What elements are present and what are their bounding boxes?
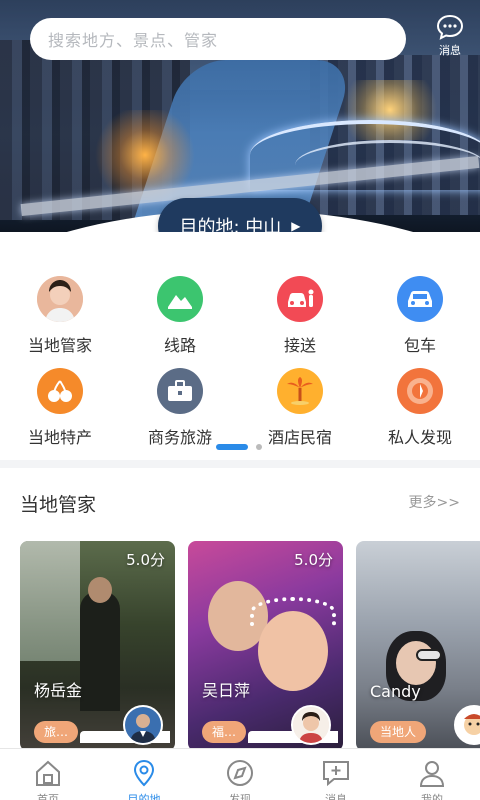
menu-label: 包车: [403, 336, 436, 355]
tab-bar: 首页 目的地 发现 消息 我的: [0, 748, 480, 800]
pager-dot[interactable]: [256, 444, 262, 450]
menu-item-discover[interactable]: 私人发现: [360, 368, 480, 448]
menu-item-business[interactable]: 商务旅游: [120, 368, 240, 448]
tab-message[interactable]: 消息: [288, 749, 384, 800]
tiara: [250, 597, 336, 627]
search-placeholder: 搜索地方、景点、管家: [48, 31, 219, 50]
message-label: 消息: [439, 44, 461, 57]
compass-icon: [227, 760, 253, 786]
app-screen: 搜索地方、景点、管家 消息 目的地: 中山 ▶ 当地管家 线路 接送 包车 当地…: [0, 0, 480, 800]
butler-tag: 福…: [202, 721, 247, 743]
section-title: 当地管家: [20, 494, 97, 516]
menu-label: 当地管家: [27, 336, 92, 355]
rating: 5.0分: [126, 551, 165, 569]
butler-card[interactable]: Candy 当地人: [356, 541, 480, 751]
tab-profile[interactable]: 我的: [384, 749, 480, 800]
menu-item-route[interactable]: 线路: [120, 276, 240, 356]
car-person-icon: [277, 276, 323, 322]
tab-home[interactable]: 首页: [0, 749, 96, 800]
avatar: [123, 705, 163, 745]
avatar: [454, 705, 480, 745]
person-head: [88, 577, 112, 603]
user-icon: [419, 761, 445, 787]
menu-label: 私人发现: [387, 428, 452, 447]
tab-label: 消息: [325, 793, 347, 800]
briefcase-icon: [157, 368, 203, 414]
menu-item-local-butler[interactable]: 当地管家: [0, 276, 120, 356]
person-silhouette: [80, 591, 120, 711]
menu-label: 接送: [283, 336, 316, 355]
butler-avatar-icon: [37, 276, 83, 322]
message-button[interactable]: 消息: [430, 14, 470, 70]
chat-plus-icon: [323, 761, 349, 787]
avatar: [291, 705, 331, 745]
menu-item-transfer[interactable]: 接送: [240, 276, 360, 356]
tab-label: 首页: [37, 793, 59, 800]
butler-section: 当地管家 更多>> 5.0分 杨岳金 旅… 5.0分 吴日萍 福… Candy …: [0, 468, 480, 768]
location-icon: [133, 759, 155, 787]
menu-item-hotel[interactable]: 酒店民宿: [240, 368, 360, 448]
menu-pager: [216, 444, 262, 450]
tab-label: 目的地: [127, 793, 161, 800]
tab-label: 发现: [229, 793, 251, 800]
menu-item-specialty[interactable]: 当地特产: [0, 368, 120, 448]
tab-destination[interactable]: 目的地: [96, 749, 192, 800]
butler-tag: 旅…: [34, 721, 79, 743]
chevron-right-icon: ▶: [291, 219, 301, 233]
menu-item-charter[interactable]: 包车: [360, 276, 480, 356]
search-input[interactable]: 搜索地方、景点、管家: [30, 18, 406, 60]
butler-card[interactable]: 5.0分 吴日萍 福…: [188, 541, 343, 751]
mountain-icon: [157, 276, 203, 322]
menu-label: 当地特产: [27, 428, 92, 447]
butler-card[interactable]: 5.0分 杨岳金 旅…: [20, 541, 175, 751]
butler-name: Candy: [370, 682, 421, 701]
butler-tag: 当地人: [370, 721, 427, 743]
cherry-icon: [37, 368, 83, 414]
home-icon: [36, 760, 60, 786]
menu-label: 线路: [163, 336, 196, 355]
butler-name: 吴日萍: [202, 681, 251, 700]
chat-bubble-icon: [436, 14, 464, 40]
pager-dot-active[interactable]: [216, 444, 248, 450]
person-face: [396, 641, 436, 685]
sunglasses: [416, 649, 442, 661]
waterfall-photo: [20, 541, 80, 661]
discover-icon: [397, 368, 443, 414]
palm-tree-icon: [277, 368, 323, 414]
tab-discover[interactable]: 发现: [192, 749, 288, 800]
more-link[interactable]: 更多>>: [409, 492, 460, 512]
butler-name: 杨岳金: [34, 681, 83, 700]
tab-label: 我的: [421, 793, 443, 800]
category-menu: 当地管家 线路 接送 包车 当地特产 商务旅游 酒店民宿 私人发现: [0, 232, 480, 460]
car-icon: [397, 276, 443, 322]
rating: 5.0分: [294, 551, 333, 569]
